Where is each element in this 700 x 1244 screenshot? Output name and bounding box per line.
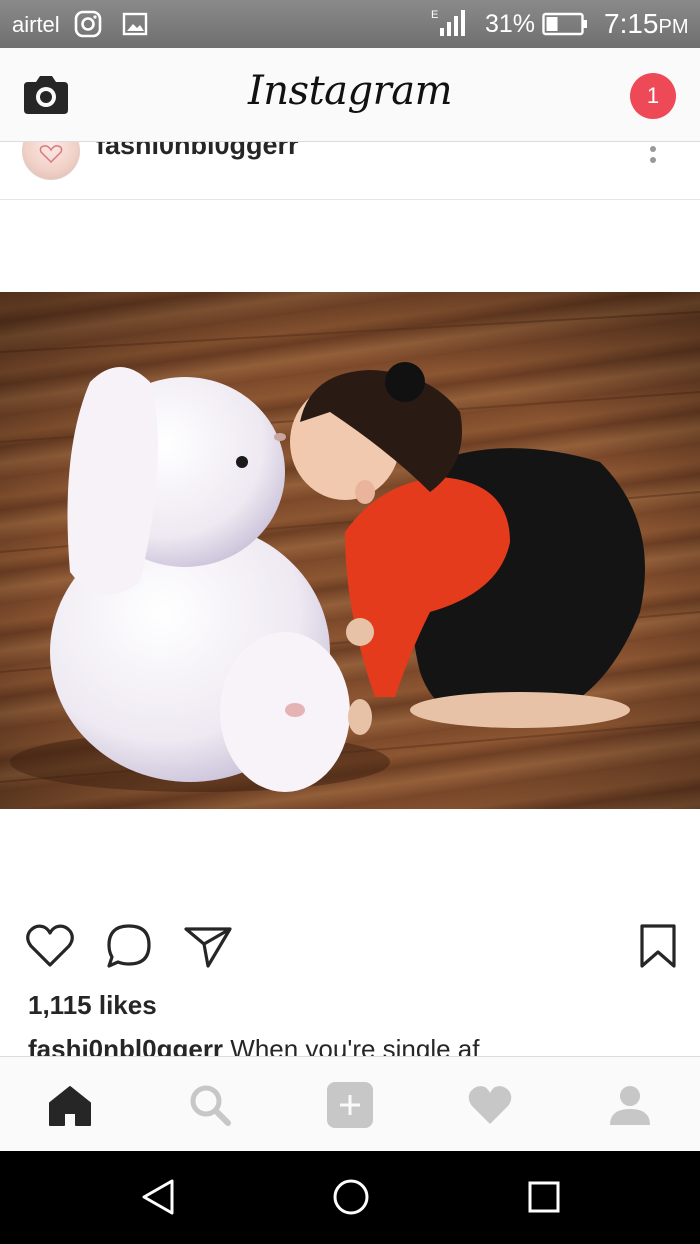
clock: 7:15PM bbox=[604, 8, 689, 40]
recents-icon[interactable] bbox=[524, 1177, 564, 1217]
clock-time: 7:15 bbox=[604, 8, 659, 39]
avatar-heart-icon bbox=[39, 145, 63, 163]
status-bar: airtel E 31% 7:15PM bbox=[0, 0, 700, 48]
clock-suffix: PM bbox=[658, 16, 689, 38]
post-actions bbox=[0, 920, 700, 976]
likes-count[interactable]: 1,115 likes bbox=[28, 990, 157, 1021]
system-nav-bar bbox=[0, 1151, 700, 1244]
more-options-icon[interactable] bbox=[642, 146, 664, 176]
battery-percent: 31% bbox=[485, 10, 536, 38]
activity-icon[interactable] bbox=[466, 1081, 514, 1129]
carrier-label: airtel bbox=[12, 12, 60, 37]
battery-icon bbox=[542, 12, 587, 36]
caption-username[interactable]: fashi0nbl0ggerr bbox=[28, 1034, 223, 1058]
app-header: Instagram 1 bbox=[0, 48, 700, 142]
signal-icon: E bbox=[431, 9, 465, 36]
gallery-notification-icon bbox=[122, 12, 148, 36]
post-caption: fashi0nbl0ggerr When you're single af bbox=[28, 1034, 480, 1058]
instagram-notification-icon bbox=[74, 10, 102, 38]
notification-badge[interactable]: 1 bbox=[630, 73, 676, 119]
search-icon[interactable] bbox=[186, 1081, 234, 1129]
comment-icon[interactable] bbox=[103, 920, 155, 972]
instagram-logo: Instagram bbox=[247, 68, 453, 114]
share-icon[interactable] bbox=[182, 920, 234, 972]
photo-illustration bbox=[0, 292, 700, 809]
avatar[interactable] bbox=[22, 142, 80, 180]
bookmark-icon[interactable] bbox=[632, 920, 684, 972]
home-icon[interactable] bbox=[46, 1081, 94, 1129]
back-icon[interactable] bbox=[138, 1177, 178, 1217]
add-post-icon[interactable] bbox=[326, 1081, 374, 1129]
post-username[interactable]: fashi0nbl0ggerr bbox=[96, 142, 299, 161]
post-photo[interactable] bbox=[0, 292, 700, 809]
caption-text: When you're single af bbox=[223, 1034, 480, 1058]
bottom-nav bbox=[0, 1056, 700, 1151]
post-header: fashi0nbl0ggerr bbox=[0, 142, 700, 200]
svg-text:E: E bbox=[431, 9, 438, 21]
heart-icon[interactable] bbox=[24, 920, 76, 972]
home-circle-icon[interactable] bbox=[331, 1177, 371, 1217]
profile-icon[interactable] bbox=[606, 1081, 654, 1129]
